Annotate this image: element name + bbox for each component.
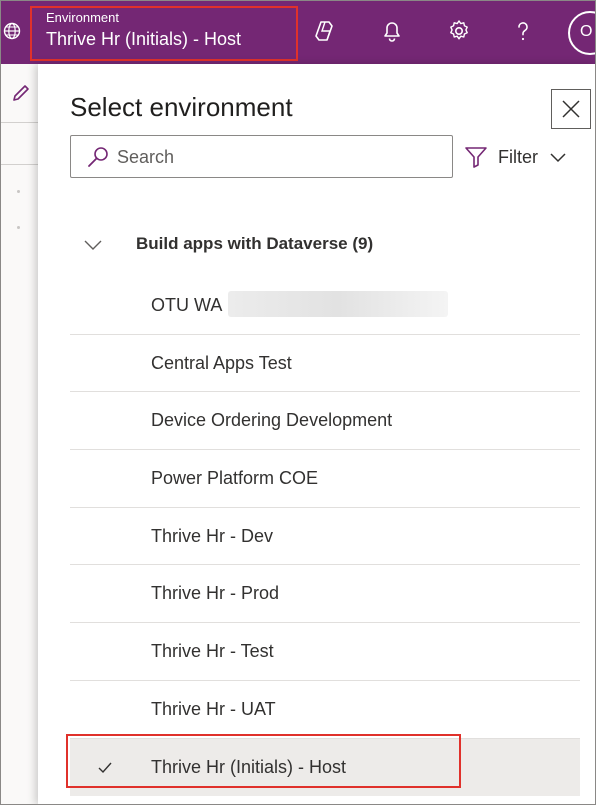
list-item[interactable]: Thrive Hr - UAT xyxy=(70,681,580,739)
environment-label: Central Apps Test xyxy=(151,352,292,373)
gear-icon[interactable] xyxy=(446,18,472,44)
avatar[interactable]: O xyxy=(568,11,596,55)
list-item[interactable]: Device Ordering Development xyxy=(70,392,580,451)
list-item[interactable]: Power Platform COE xyxy=(70,450,580,508)
background-page xyxy=(0,64,40,805)
group-label: Build apps with Dataverse (9) xyxy=(136,234,374,253)
select-environment-panel: Select environment Filter Build apps wit… xyxy=(38,64,596,805)
search-box[interactable] xyxy=(70,135,453,178)
environment-label: Device Ordering Development xyxy=(151,410,393,431)
list-item[interactable]: OTU WA xyxy=(70,277,580,335)
close-icon xyxy=(562,100,580,118)
copilot-icon[interactable] xyxy=(313,18,339,44)
environment-label: Thrive Hr - UAT xyxy=(151,698,276,719)
list-item-selected[interactable]: Thrive Hr (Initials) - Host xyxy=(70,738,580,797)
list-item[interactable]: Thrive Hr - Dev xyxy=(70,508,580,566)
current-environment-name: Thrive Hr (Initials) - Host xyxy=(46,29,242,49)
filter-icon xyxy=(465,147,487,168)
filter-label: Filter xyxy=(498,147,538,167)
group-header-dataverse[interactable]: Build apps with Dataverse (9) xyxy=(70,224,580,264)
divider xyxy=(0,164,40,165)
bell-icon[interactable] xyxy=(379,18,405,44)
environment-label: Power Platform COE xyxy=(151,468,319,489)
avatar-initials: O xyxy=(580,23,593,40)
search-icon xyxy=(88,147,108,167)
list-item[interactable]: Central Apps Test xyxy=(70,335,580,393)
panel-title: Select environment xyxy=(70,92,293,122)
environment-label: Thrive Hr - Dev xyxy=(151,525,274,546)
globe-icon[interactable] xyxy=(2,21,22,41)
environment-label: OTU WA xyxy=(151,295,223,315)
environment-label: Thrive Hr (Initials) - Host xyxy=(151,756,347,777)
background-dot xyxy=(17,226,20,229)
environment-caption: Environment xyxy=(46,10,119,25)
divider xyxy=(0,122,40,123)
filter-button[interactable]: Filter xyxy=(464,144,574,172)
chevron-down-icon[interactable] xyxy=(84,236,102,254)
pencil-icon[interactable] xyxy=(10,82,32,104)
environment-label: Thrive Hr - Prod xyxy=(151,583,280,604)
background-dot xyxy=(17,190,20,193)
list-item[interactable]: Thrive Hr - Test xyxy=(70,623,580,681)
chevron-down-icon xyxy=(550,153,566,163)
top-bar: Environment Thrive Hr (Initials) - Host … xyxy=(0,0,596,64)
environment-list: OTU WA Central Apps Test Device Ordering… xyxy=(70,277,580,797)
close-button[interactable] xyxy=(551,89,591,129)
environment-label: Thrive Hr - Test xyxy=(151,641,274,662)
environment-picker-button[interactable]: Environment Thrive Hr (Initials) - Host xyxy=(30,6,298,61)
redacted-text xyxy=(228,291,448,317)
list-item[interactable]: Thrive Hr - Prod xyxy=(70,565,580,624)
help-icon[interactable] xyxy=(510,18,536,44)
search-input[interactable] xyxy=(117,145,437,169)
checkmark-icon xyxy=(98,762,112,773)
